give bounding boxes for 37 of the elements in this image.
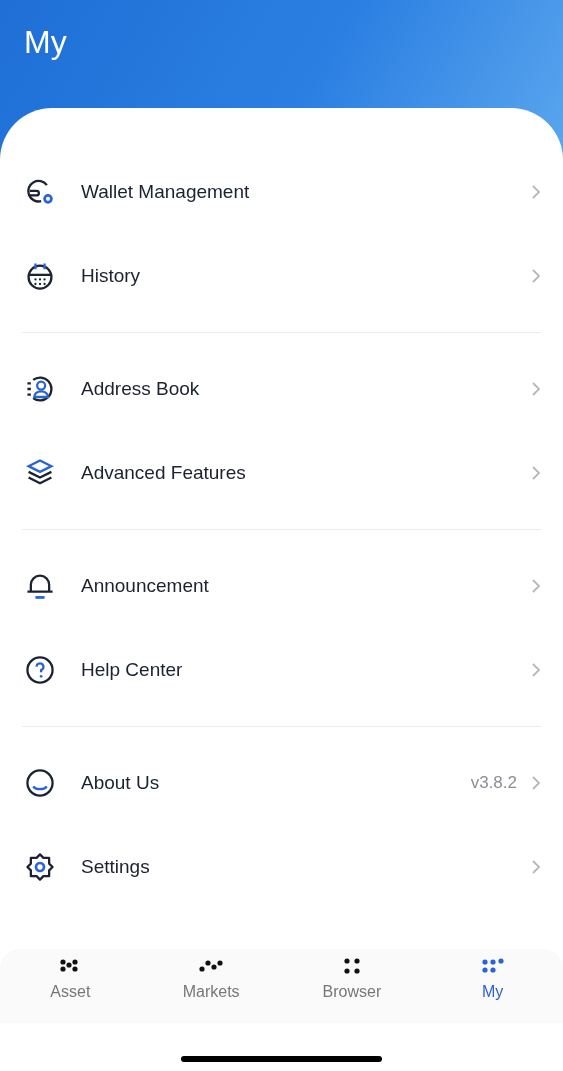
chevron-right-icon [531,859,541,875]
menu-item[interactable]: Advanced Features [0,431,563,515]
page-title: My [24,23,67,62]
version-text: v3.8.2 [470,773,517,793]
tab[interactable]: My [422,949,563,1023]
chevron-right-icon [531,268,541,284]
menu-label: Settings [81,856,151,878]
menu-label: Announcement [81,575,210,597]
tab[interactable]: Markets [140,949,282,1023]
menu-label: Wallet Management [81,181,251,203]
calendar-icon [24,260,56,292]
menu-item[interactable]: About Us v3.8.2 [0,741,563,825]
dots-icon [199,957,224,975]
chevron-right-icon [531,662,541,678]
menu-item[interactable]: Help Center [0,628,563,712]
menu-label: Advanced Features [81,462,247,484]
help-icon [24,654,56,686]
menu-label: Address Book [81,378,201,400]
menu-item[interactable]: Address Book [0,347,563,431]
chevron-right-icon [531,465,541,481]
smile-icon [24,767,56,799]
menu-label: History [81,265,142,287]
menu-item[interactable]: Announcement [0,544,563,628]
menu-item[interactable]: Wallet Management [0,150,563,234]
menu-label: About Us [81,772,161,794]
chevron-right-icon [531,184,541,200]
dots-icon [480,957,505,975]
chevron-right-icon [531,381,541,397]
chevron-right-icon [531,578,541,594]
menu-label: Help Center [81,659,184,681]
menu-item[interactable]: Settings [0,825,563,909]
tab[interactable]: Asset [0,949,141,1023]
settings-icon [24,851,56,883]
contact-icon [24,373,56,405]
menu-item[interactable]: History [0,234,563,318]
tab[interactable]: Browser [281,949,423,1023]
chevron-right-icon [531,775,541,791]
